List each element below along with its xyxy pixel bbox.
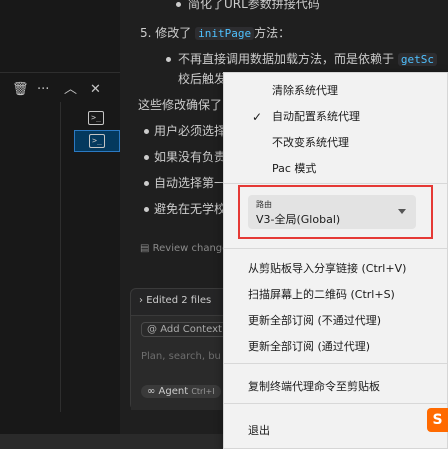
bullet-dot <box>144 129 149 134</box>
close-icon[interactable]: ✕ <box>90 80 101 100</box>
menu-divider <box>224 248 447 249</box>
review-changes-label: Review change <box>152 243 229 254</box>
trash-icon[interactable]: 🗑 <box>12 80 29 100</box>
menu-item-import-clipboard[interactable]: 从剪贴板导入分享链接 (Ctrl+V) <box>248 262 406 276</box>
caret-down-icon <box>398 209 406 214</box>
agent-shortcut: Ctrl+I <box>191 387 215 396</box>
menu-divider <box>224 183 447 184</box>
step-5-suffix: 方法： <box>254 26 291 40</box>
route-label: 路由 <box>256 200 272 209</box>
menu-item-auto-proxy[interactable]: 自动配置系统代理 <box>272 110 360 124</box>
terminal-toolbar: 🗑 ··· ︿ ✕ <box>0 80 120 102</box>
divider <box>0 72 120 73</box>
tray-context-menu: 清除系统代理 ✓ 自动配置系统代理 不改变系统代理 Pac 模式 路由 V3-全… <box>223 72 448 449</box>
review-changes-link[interactable]: ▤ Review change <box>140 243 228 254</box>
add-context-button[interactable]: @ Add Context <box>141 322 228 337</box>
sub-bullet-text: 不再直接调用数据加载方法，而是依赖于 <box>178 52 395 66</box>
bullet-dot <box>166 57 171 62</box>
step-5: 5. 修改了 initPage 方法： <box>140 24 290 41</box>
list-item: 自动选择第一 <box>154 176 227 190</box>
add-context-label: Add Context <box>160 324 222 335</box>
menu-item-copy-command[interactable]: 复制终端代理命令至剪贴板 <box>248 380 380 394</box>
list-item: 避免在无学校 <box>154 202 227 216</box>
terminal-divider <box>60 102 61 412</box>
bullet-dot <box>176 2 181 7</box>
terminal-tab-1[interactable]: >_ <box>74 108 120 130</box>
menu-item-update-sub-proxy[interactable]: 更新全部订阅 (通过代理) <box>248 340 370 354</box>
sub-bullet-line1: 不再直接调用数据加载方法，而是依赖于 getSc <box>178 50 437 67</box>
code-init-page: initPage <box>195 27 255 40</box>
list-item: 如果没有负责 <box>154 150 227 164</box>
step-5-prefix: 5. 修改了 <box>140 26 192 40</box>
check-icon: ✓ <box>252 110 263 124</box>
list-item: 用户必须选择 <box>154 124 227 138</box>
bullet-dot <box>144 207 149 212</box>
menu-item-keep-proxy[interactable]: 不改变系统代理 <box>272 136 349 150</box>
agent-label: Agent <box>158 386 189 397</box>
edited-files-label: Edited 2 files <box>146 295 212 306</box>
terminal-icon: >_ <box>88 111 104 125</box>
terminal-icon: >_ <box>89 134 105 148</box>
menu-item-pac-mode[interactable]: Pac 模式 <box>272 162 316 176</box>
route-select[interactable]: 路由 V3-全局(Global) <box>248 195 416 229</box>
menu-item-exit[interactable]: 退出 <box>248 424 270 438</box>
input-placeholder: Plan, search, bu <box>141 351 221 362</box>
agent-mode-button[interactable]: ∞ Agent Ctrl+I <box>141 385 221 398</box>
edited-files-toggle[interactable]: › Edited 2 files <box>139 295 211 306</box>
terminal-panel: 🗑 ··· ︿ ✕ >_ >_ <box>0 0 120 449</box>
route-highlight: 路由 V3-全局(Global) <box>238 185 433 239</box>
sub-bullet-line2: 校后触发 <box>178 72 227 86</box>
menu-item-update-sub-direct[interactable]: 更新全部订阅 (不通过代理) <box>248 314 381 328</box>
bullet-text: 简化了URL参数拼接代码 <box>188 0 320 11</box>
code-get-school: getSc <box>397 53 437 66</box>
more-icon[interactable]: ··· <box>37 80 49 100</box>
terminal-tab-2[interactable]: >_ <box>74 130 120 152</box>
ime-icon[interactable]: S <box>427 408 448 432</box>
bullet-dot <box>144 155 149 160</box>
chevron-up-icon[interactable]: ︿ <box>64 80 77 100</box>
menu-divider <box>224 363 447 364</box>
menu-item-clear-proxy[interactable]: 清除系统代理 <box>272 84 338 98</box>
summary-text: 这些修改确保了 <box>138 98 223 112</box>
menu-divider <box>224 403 447 404</box>
bullet-dot <box>144 181 149 186</box>
route-value: V3-全局(Global) <box>256 213 341 226</box>
menu-item-scan-qr[interactable]: 扫描屏幕上的二维码 (Ctrl+S) <box>248 288 395 302</box>
